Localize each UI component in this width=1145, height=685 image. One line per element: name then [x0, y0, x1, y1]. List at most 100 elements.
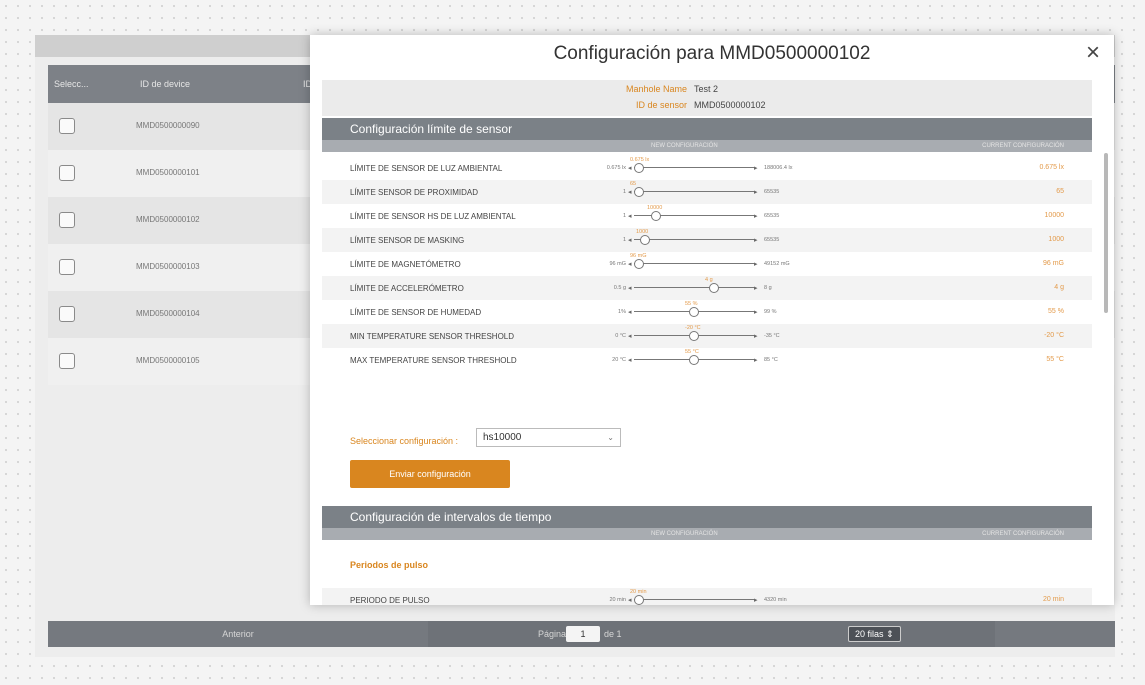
- slider-right-bracket-icon: ▸: [754, 285, 758, 292]
- slider-track[interactable]: [634, 599, 754, 600]
- slider-right-bracket-icon: ▸: [754, 213, 758, 220]
- slider-right-bracket-icon: ▸: [754, 309, 758, 316]
- slider-max-value: -35 °C: [764, 333, 780, 339]
- page-label: Página: [538, 629, 567, 639]
- slider-min-value: 1: [622, 237, 626, 243]
- rows-per-page-select[interactable]: 20 filas ⇕: [848, 626, 901, 642]
- slider-track[interactable]: [634, 287, 754, 288]
- sensor-id-value: MMD0500000102: [694, 100, 766, 110]
- slider-min-value: 0 °C: [615, 333, 626, 339]
- slider-right-bracket-icon: ▸: [754, 357, 758, 364]
- configuration-modal: Configuración para MMD0500000102 × Manho…: [310, 35, 1114, 605]
- new-config-header: NEW CONFIGURACIÓN: [651, 531, 718, 537]
- row-checkbox[interactable]: [59, 165, 75, 181]
- setting-row: MAX TEMPERATURE SENSOR THRESHOLD 20 °C ◂ 55…: [322, 348, 1092, 372]
- current-value: 4 g: [1054, 284, 1064, 291]
- slider-max-value: 85 °C: [764, 357, 778, 363]
- setting-label: LÍMITE DE ACCELERÓMETRO: [350, 284, 464, 293]
- config-select-value: hs10000: [483, 432, 522, 443]
- current-value: 55 °C: [1046, 356, 1064, 363]
- slider-value: 1000: [636, 229, 649, 235]
- row-checkbox[interactable]: [59, 306, 75, 322]
- page-of-label: de 1: [604, 629, 622, 639]
- slider-max-value: 65535: [764, 189, 780, 195]
- intervals-subheader: NEW CONFIGURACIÓN CURRENT CONFIGURACIÓN: [322, 528, 1092, 540]
- row-checkbox[interactable]: [59, 212, 75, 228]
- setting-row: LÍMITE DE MAGNETÓMETRO 96 mG ◂ 96 mG ▸ 49152 …: [322, 252, 1092, 276]
- slider-right-bracket-icon: ▸: [754, 237, 758, 244]
- slider-right-bracket-icon: ▸: [754, 261, 758, 268]
- setting-label: LÍMITE DE MAGNETÓMETRO: [350, 260, 461, 269]
- row-checkbox[interactable]: [59, 118, 75, 134]
- device-id-cell: MMD0500000104: [136, 309, 200, 318]
- slider-handle[interactable]: [634, 259, 644, 269]
- slider-handle[interactable]: [634, 595, 644, 605]
- setting-row: LÍMITE DE SENSOR DE HUMEDAD 1% ◂ 55 % ▸ 99 % 5…: [322, 300, 1092, 324]
- setting-row: LÍMITE DE SENSOR HS DE LUZ AMBIENTAL 1 ◂ 10…: [322, 204, 1092, 228]
- page-number-input[interactable]: 1: [566, 626, 600, 642]
- next-page-button[interactable]: [995, 621, 1115, 647]
- slider-min-value: 0.5 g: [613, 285, 626, 291]
- current-value: -20 °C: [1044, 332, 1064, 339]
- limits-subheader: NEW CONFIGURACIÓN CURRENT CONFIGURACIÓN: [322, 140, 1092, 152]
- slider-handle[interactable]: [634, 187, 644, 197]
- device-id-cell: MMD0500000103: [136, 262, 200, 271]
- pulse-periods-title: Periodos de pulso: [350, 560, 429, 570]
- slider-track[interactable]: [634, 191, 754, 192]
- setting-row: MIN TEMPERATURE SENSOR THRESHOLD 0 °C ◂ -20…: [322, 324, 1092, 348]
- send-configuration-button[interactable]: Enviar configuración: [350, 460, 510, 488]
- modal-title: Configuración para MMD0500000102: [553, 43, 871, 64]
- close-icon[interactable]: ×: [1086, 41, 1100, 65]
- column-select[interactable]: Selecc...: [54, 79, 89, 89]
- config-select[interactable]: hs10000 ⌄: [476, 428, 621, 447]
- current-value: 0.675 lx: [1039, 164, 1064, 171]
- column-device-id[interactable]: ID de device: [140, 79, 190, 89]
- row-checkbox[interactable]: [59, 353, 75, 369]
- slider-handle[interactable]: [689, 331, 699, 341]
- slider-max-value: 188006.4 lx: [764, 165, 793, 171]
- setting-row: LÍMITE DE SENSOR DE LUZ AMBIENTAL 0.675 l…: [322, 156, 1092, 180]
- manhole-name-value: Test 2: [694, 84, 719, 94]
- slider-track[interactable]: [634, 263, 754, 264]
- slider-min-value: 96 mG: [609, 261, 626, 267]
- slider-handle[interactable]: [689, 355, 699, 365]
- slider-handle[interactable]: [640, 235, 650, 245]
- setting-row: LÍMITE SENSOR DE MASKING 1 ◂ 1000 ▸ 65535 1000: [322, 228, 1092, 252]
- slider-value: 55 °C: [685, 349, 699, 355]
- slider-handle[interactable]: [651, 211, 661, 221]
- modal-scrollbar[interactable]: [1104, 153, 1108, 313]
- setting-row: LÍMITE DE ACCELERÓMETRO 0.5 g ◂ 4 g ▸ 8 g 4 g: [322, 276, 1092, 300]
- slider-right-bracket-icon: ▸: [754, 333, 758, 340]
- slider-min-value: 20 °C: [612, 357, 626, 363]
- slider-max-value: 49152 mG: [764, 261, 790, 267]
- slider-max-value: 4320 min: [764, 597, 787, 603]
- setting-label: LÍMITE DE SENSOR DE HUMEDAD: [350, 308, 482, 317]
- slider-right-bracket-icon: ▸: [754, 189, 758, 196]
- slider-left-bracket-icon: ◂: [628, 309, 632, 316]
- slider-min-value: 20 min: [609, 597, 626, 603]
- slider-track[interactable]: [634, 167, 754, 168]
- current-value: 65: [1056, 188, 1064, 195]
- slider-min-value: 1: [622, 189, 626, 195]
- slider-left-bracket-icon: ◂: [628, 285, 632, 292]
- slider-handle[interactable]: [709, 283, 719, 293]
- slider-handle[interactable]: [689, 307, 699, 317]
- setting-label: MIN TEMPERATURE SENSOR THRESHOLD: [350, 332, 515, 341]
- setting-label: LÍMITE DE SENSOR DE LUZ AMBIENTAL: [350, 164, 503, 173]
- slider-handle[interactable]: [634, 163, 644, 173]
- device-id-cell: MMD0500000101: [136, 168, 200, 177]
- previous-page-button[interactable]: Anterior: [48, 621, 428, 647]
- modal-scroll-area[interactable]: Manhole Name Test 2 ID de sensor MMD0500…: [322, 80, 1108, 605]
- setting-row: PERIODO DE PULSO 20 min ◂ 20 min ▸ 4320 min 20…: [322, 588, 1092, 605]
- row-checkbox[interactable]: [59, 259, 75, 275]
- slider-left-bracket-icon: ◂: [628, 333, 632, 340]
- slider-left-bracket-icon: ◂: [628, 237, 632, 244]
- slider-value: 65: [630, 181, 637, 187]
- current-value: 1000: [1048, 236, 1064, 243]
- slider-min-value: 1: [622, 213, 626, 219]
- device-id-cell: MMD0500000102: [136, 215, 200, 224]
- slider-left-bracket-icon: ◂: [628, 213, 632, 220]
- slider-track[interactable]: [634, 239, 754, 240]
- sensor-info: Manhole Name Test 2 ID de sensor MMD0500…: [322, 80, 1092, 116]
- setting-row: LÍMITE SENSOR DE PROXIMIDAD 1 ◂ 65 ▸ 65535 65: [322, 180, 1092, 204]
